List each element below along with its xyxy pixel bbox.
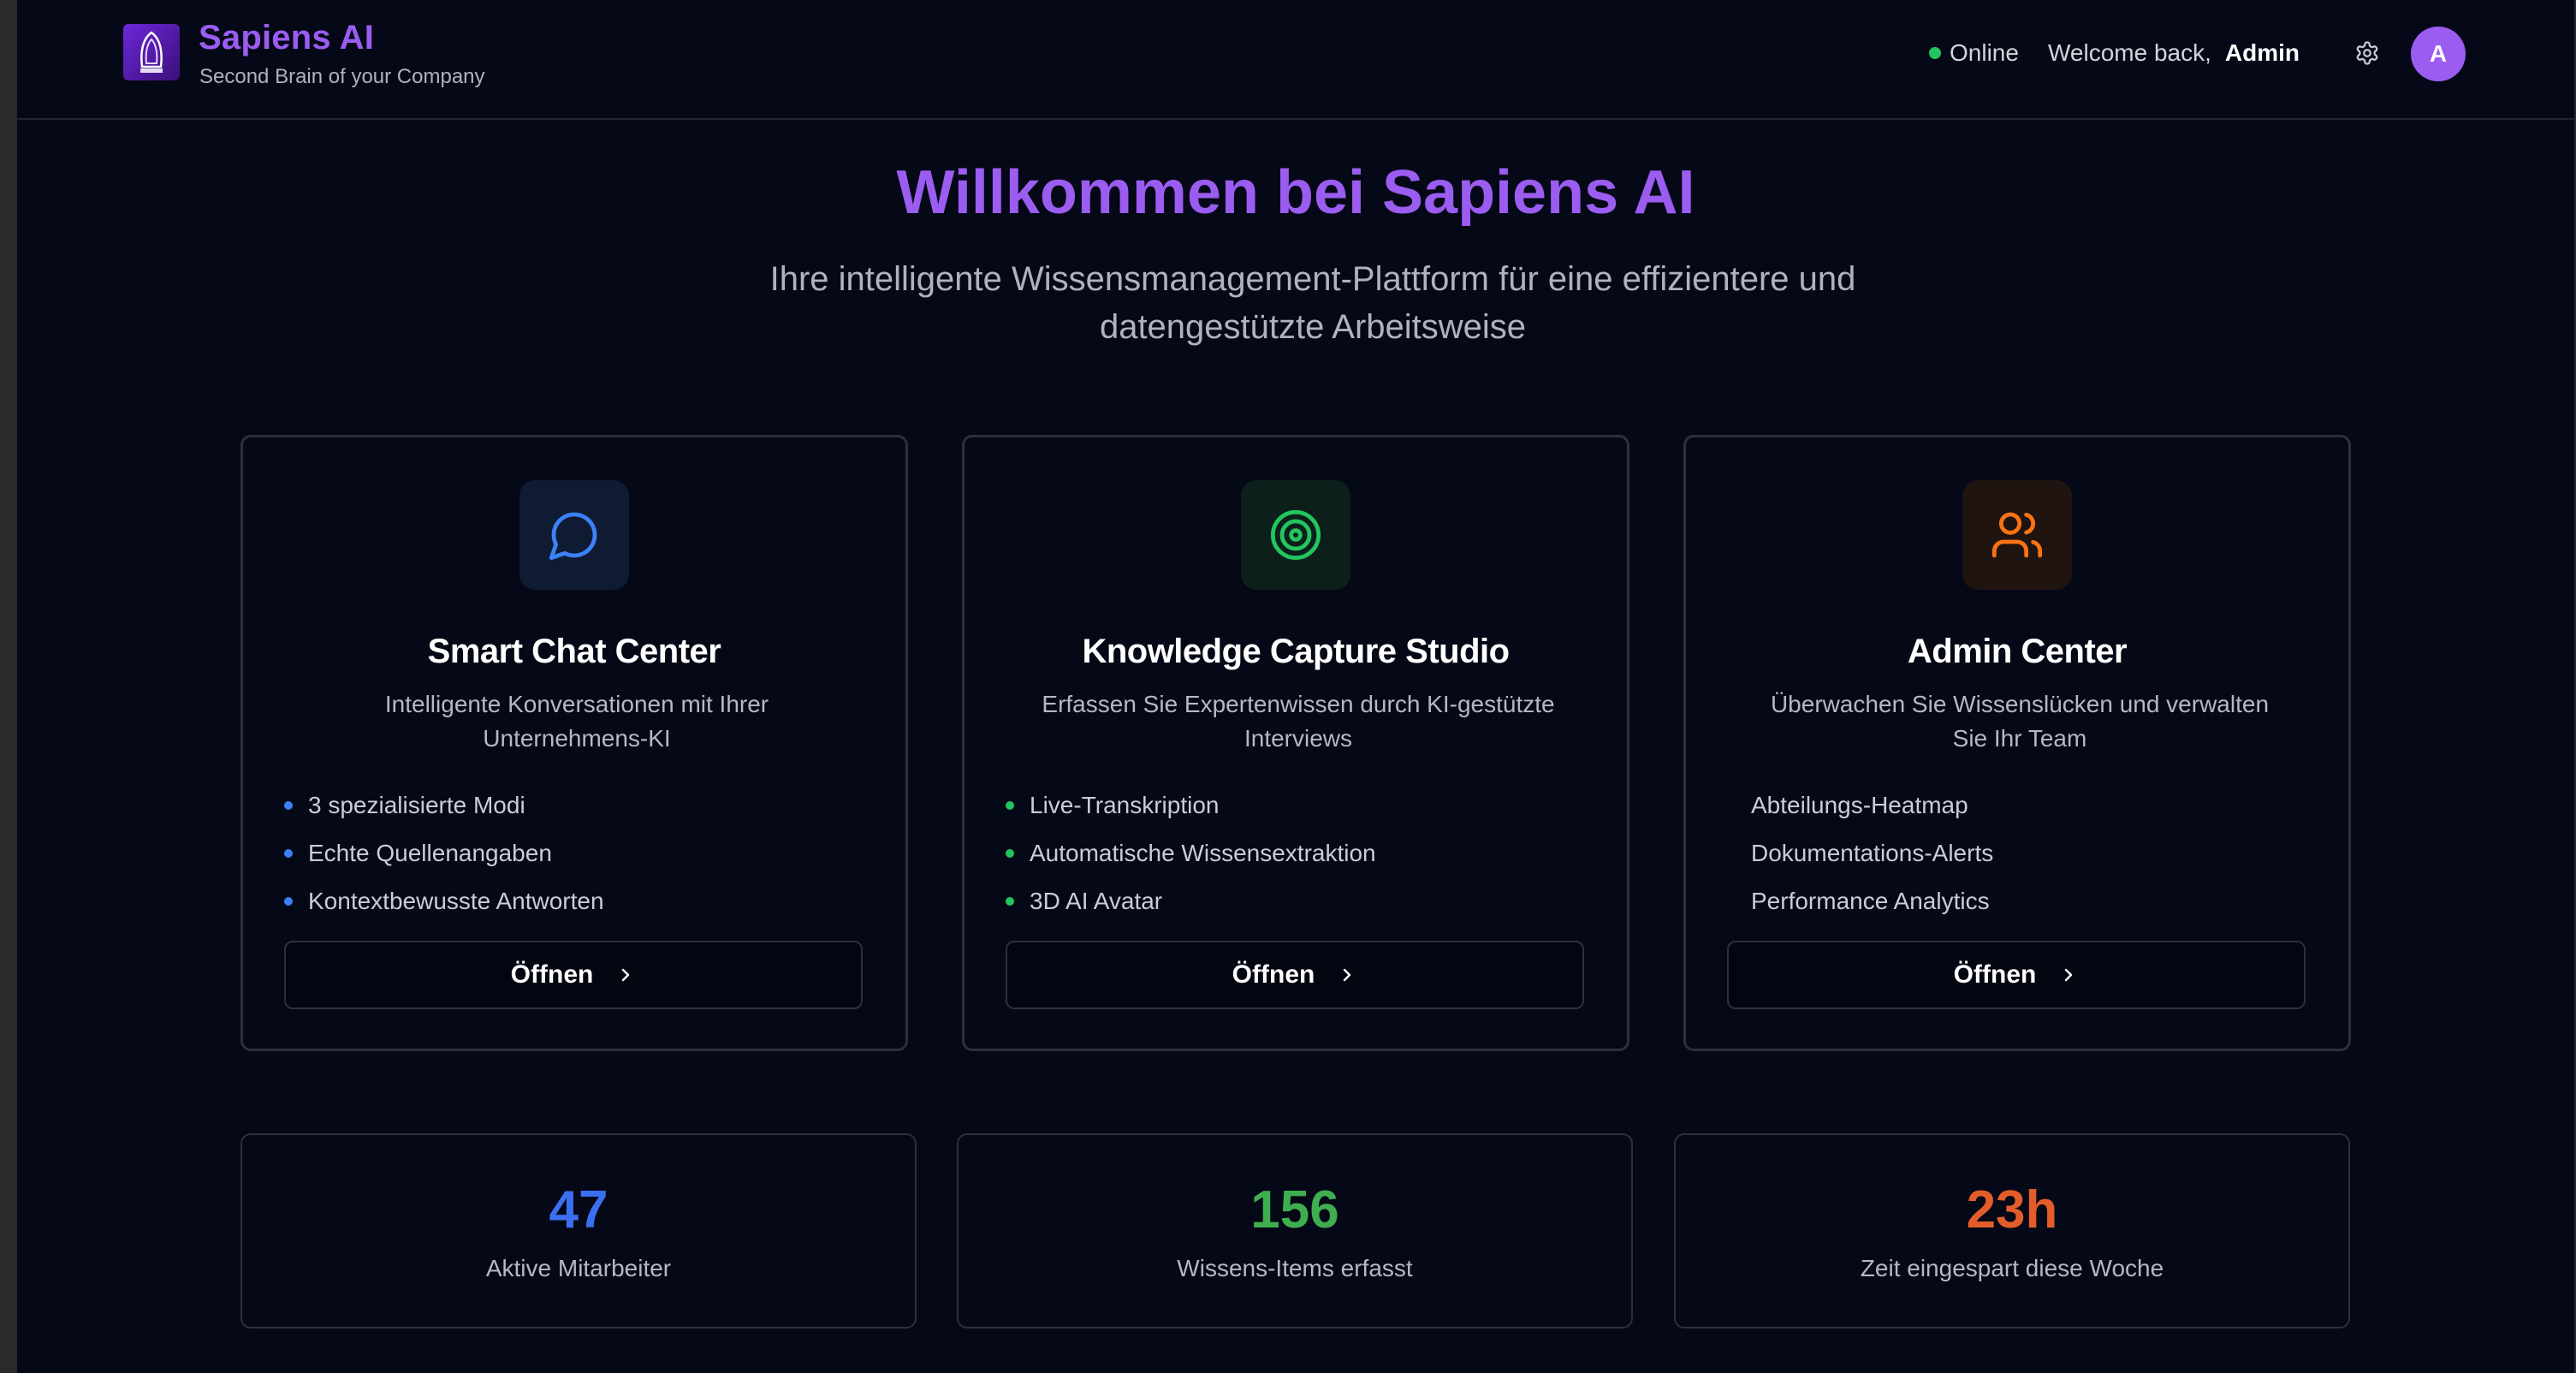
brand-subtitle: Second Brain of your Company bbox=[199, 65, 485, 88]
stat-card-active-employees: 47 Aktive Mitarbeiter bbox=[240, 1133, 917, 1328]
open-admin-center-button[interactable]: Öffnen bbox=[1727, 941, 2306, 1009]
feature-item: Dokumentations-Alerts bbox=[1751, 829, 1993, 877]
brand-logo[interactable] bbox=[123, 24, 180, 80]
online-status: Online bbox=[1929, 38, 2019, 68]
card-description: Erfassen Sie Expertenwissen durch KI-ges… bbox=[1042, 691, 1555, 752]
bullet-dot-icon bbox=[284, 849, 293, 858]
card-description: Intelligente Konversationen mit Ihrer Un… bbox=[384, 691, 769, 752]
settings-button[interactable] bbox=[2350, 36, 2384, 70]
page-subtitle: Ihre intelligente Wissensmanagement-Plat… bbox=[769, 260, 1856, 346]
button-label: Öffnen bbox=[510, 960, 594, 989]
top-header: Sapiens AI Second Brain of your Company … bbox=[17, 0, 2574, 120]
stat-card-knowledge-items: 156 Wissens-Items erfasst bbox=[957, 1133, 1633, 1328]
stat-value: 156 bbox=[1250, 1180, 1339, 1239]
bullet-dot-icon bbox=[1006, 801, 1014, 810]
feature-list: Abteilungs-Heatmap Dokumentations-Alerts… bbox=[1751, 782, 1993, 925]
feature-item: Live-Transkription bbox=[1006, 782, 1376, 829]
feature-label: 3D AI Avatar bbox=[1030, 888, 1163, 914]
bullet-dot-icon bbox=[1006, 849, 1014, 858]
feature-label: Live-Transkription bbox=[1030, 792, 1220, 818]
chevron-right-icon bbox=[1337, 965, 1357, 985]
button-label: Öffnen bbox=[1953, 960, 2037, 989]
button-label: Öffnen bbox=[1232, 960, 1315, 989]
feature-label: Kontextbewusste Antworten bbox=[308, 888, 604, 914]
card-knowledge-capture-studio: Knowledge Capture Studio Erfassen Sie Ex… bbox=[962, 435, 1629, 1051]
feature-list: Live-Transkription Automatische Wissense… bbox=[1006, 782, 1376, 925]
stat-label: Wissens-Items erfasst bbox=[1177, 1255, 1413, 1281]
welcome-message: Welcome back, Admin bbox=[2048, 38, 2300, 68]
card-title: Admin Center bbox=[1907, 633, 2128, 670]
feature-item: Kontextbewusste Antworten bbox=[284, 877, 604, 925]
stat-value: 23h bbox=[1966, 1180, 2058, 1239]
stat-label: Aktive Mitarbeiter bbox=[485, 1255, 672, 1281]
bullet-dot-icon bbox=[284, 801, 293, 810]
feature-item: 3D AI Avatar bbox=[1006, 877, 1376, 925]
feature-item: Abteilungs-Heatmap bbox=[1751, 782, 1993, 829]
user-name: Admin bbox=[2224, 39, 2300, 66]
card-icon-box bbox=[1241, 480, 1350, 590]
feature-label: Abteilungs-Heatmap bbox=[1751, 792, 1968, 818]
bullet-dot-icon bbox=[1006, 897, 1014, 906]
open-knowledge-capture-button[interactable]: Öffnen bbox=[1006, 941, 1584, 1009]
card-title: Knowledge Capture Studio bbox=[1082, 633, 1510, 670]
online-dot-icon bbox=[1929, 47, 1941, 59]
brand-title: Sapiens AI bbox=[199, 19, 375, 56]
target-icon bbox=[1270, 509, 1321, 561]
bullet-dot-icon bbox=[284, 897, 293, 906]
feature-item: Performance Analytics bbox=[1751, 877, 1993, 925]
chevron-right-icon bbox=[615, 965, 636, 985]
card-icon-box bbox=[1962, 480, 2072, 590]
app-window: Sapiens AI Second Brain of your Company … bbox=[17, 0, 2574, 1373]
feature-item: Automatische Wissensextraktion bbox=[1006, 829, 1376, 877]
feature-label: Echte Quellenangaben bbox=[308, 840, 552, 866]
feature-item: 3 spezialisierte Modi bbox=[284, 782, 604, 829]
users-icon bbox=[1991, 512, 2043, 558]
feature-label: Automatische Wissensextraktion bbox=[1030, 840, 1376, 866]
open-smart-chat-button[interactable]: Öffnen bbox=[284, 941, 863, 1009]
card-smart-chat-center: Smart Chat Center Intelligente Konversat… bbox=[240, 435, 908, 1051]
card-title: Smart Chat Center bbox=[427, 633, 721, 670]
stat-value: 47 bbox=[549, 1180, 608, 1239]
card-icon-box bbox=[519, 480, 629, 590]
feature-label: Dokumentations-Alerts bbox=[1751, 840, 1994, 866]
welcome-text: Welcome back, bbox=[2048, 39, 2211, 66]
stat-card-time-saved: 23h Zeit eingespart diese Woche bbox=[1674, 1133, 2350, 1328]
chevron-right-icon bbox=[2058, 965, 2079, 985]
card-admin-center: Admin Center Überwachen Sie Wissenslücke… bbox=[1683, 435, 2351, 1051]
feature-label: Performance Analytics bbox=[1751, 888, 1990, 914]
feature-label: 3 spezialisierte Modi bbox=[308, 792, 525, 818]
gear-icon bbox=[2356, 41, 2378, 65]
page-title: Willkommen bei Sapiens AI bbox=[896, 158, 1695, 227]
user-avatar[interactable]: A bbox=[2411, 27, 2466, 81]
card-description: Überwachen Sie Wissenslücken und verwalt… bbox=[1770, 691, 2270, 752]
stat-label: Zeit eingespart diese Woche bbox=[1860, 1255, 2164, 1281]
chat-bubble-icon bbox=[549, 512, 597, 561]
status-label: Online bbox=[1950, 39, 2019, 66]
feature-list: 3 spezialisierte Modi Echte Quellenangab… bbox=[284, 782, 604, 925]
feature-item: Echte Quellenangaben bbox=[284, 829, 604, 877]
